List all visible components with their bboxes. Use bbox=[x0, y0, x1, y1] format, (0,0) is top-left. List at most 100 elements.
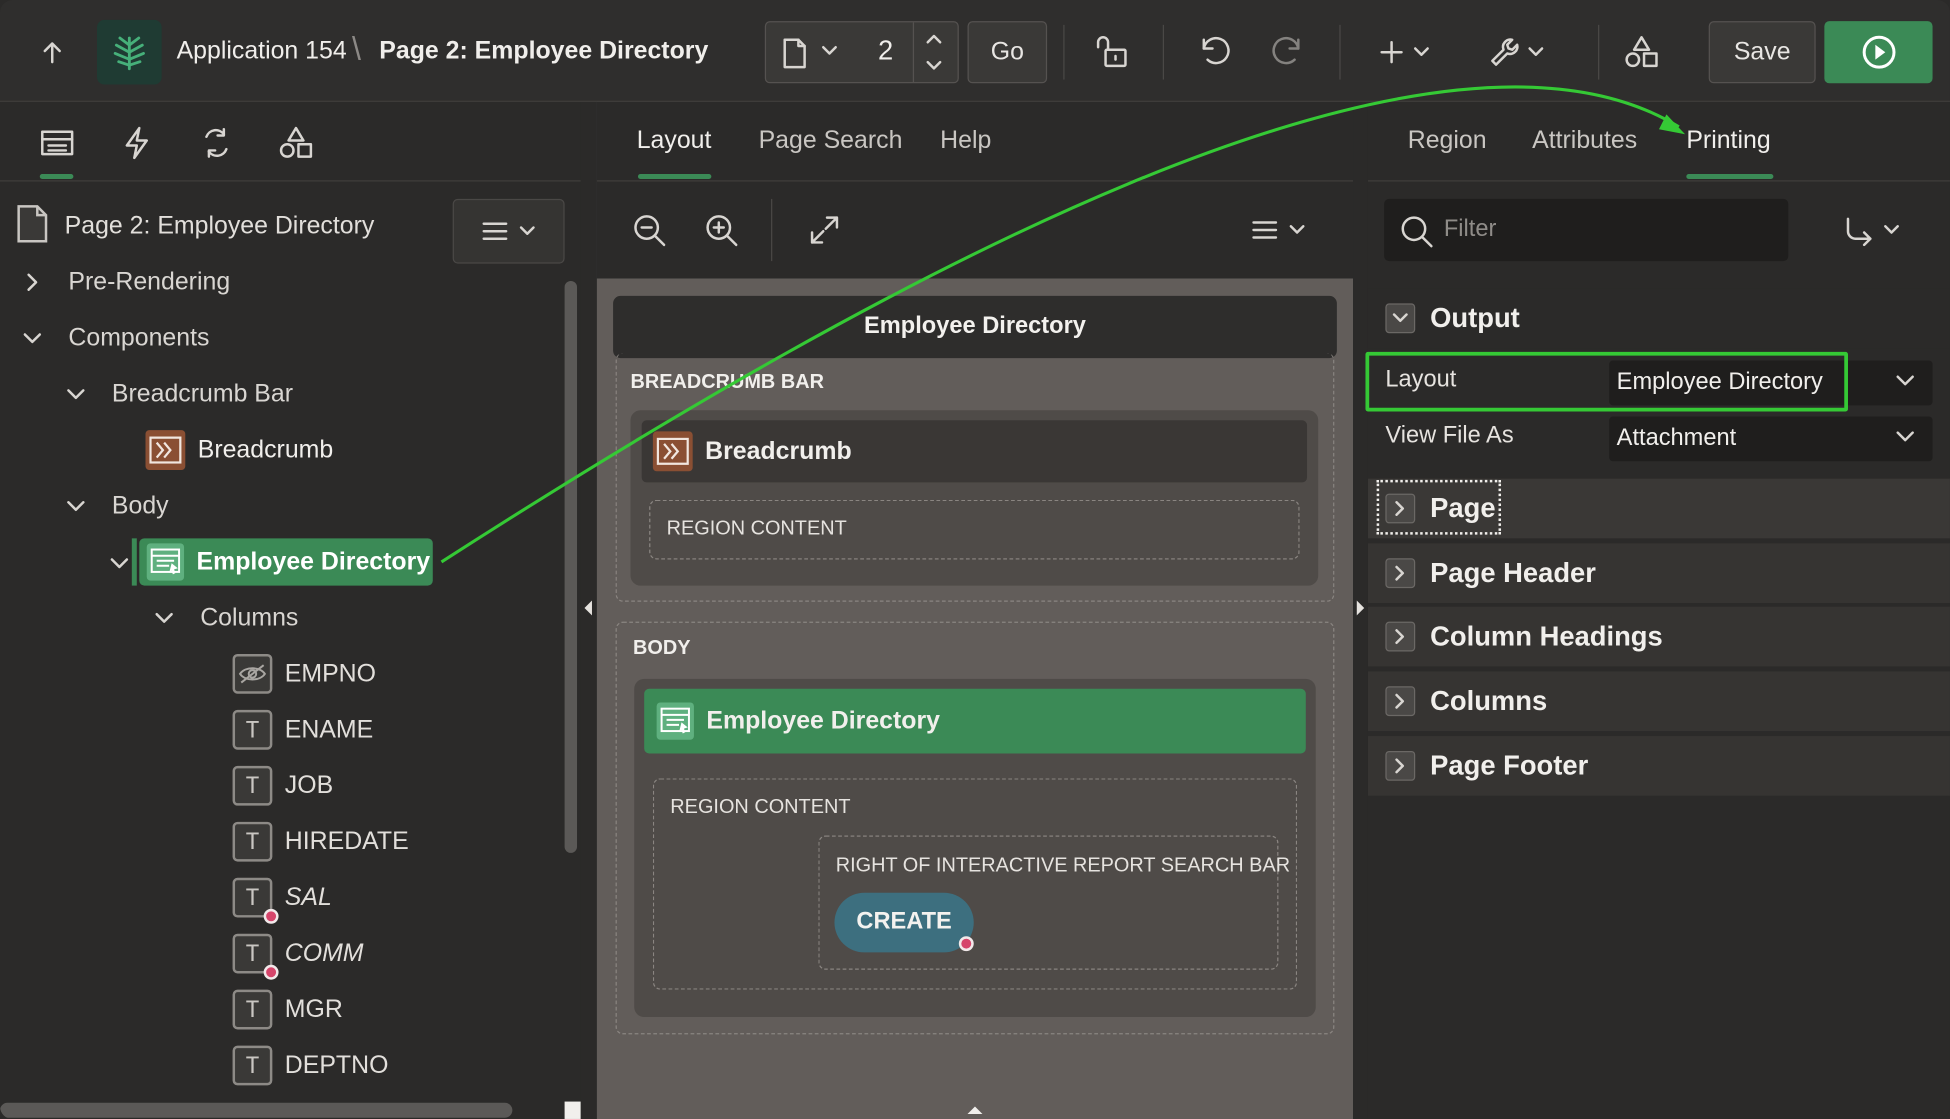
tab-layout[interactable]: Layout bbox=[637, 127, 712, 156]
chevron-right-icon[interactable] bbox=[1385, 750, 1416, 781]
tab-attributes[interactable]: Attributes bbox=[1532, 127, 1637, 156]
group-columns[interactable]: Columns bbox=[1367, 671, 1950, 732]
employee-directory-region-box[interactable]: Employee Directory REGION CONTENT RIGHT … bbox=[634, 678, 1316, 1018]
tree-node-employee-directory[interactable]: Employee Directory bbox=[139, 538, 433, 586]
tree-page-title[interactable]: Page 2: Employee Directory bbox=[65, 201, 375, 251]
group-page-header[interactable]: Page Header bbox=[1367, 543, 1950, 604]
add-icon[interactable] bbox=[1378, 37, 1433, 67]
group-page-footer[interactable]: Page Footer bbox=[1367, 736, 1950, 796]
dynamic-actions-tab-icon[interactable] bbox=[116, 122, 158, 164]
chevron-right-icon[interactable] bbox=[1385, 621, 1416, 652]
go-to-group-icon[interactable] bbox=[1843, 216, 1905, 247]
tab-page-search[interactable]: Page Search bbox=[759, 127, 903, 156]
save-button[interactable]: Save bbox=[1708, 21, 1816, 84]
decrement-icon[interactable] bbox=[925, 60, 942, 72]
tree-node-breadcrumb[interactable]: Breadcrumb bbox=[145, 425, 333, 475]
rendering-tree-panel: Page 2: Employee Directory Pre-Rendering… bbox=[0, 101, 581, 1119]
chevron-down-icon bbox=[155, 612, 173, 623]
modified-indicator bbox=[958, 936, 974, 952]
view-file-as-select[interactable]: Attachment bbox=[1609, 416, 1933, 462]
text-icon: T bbox=[232, 821, 273, 862]
chevron-right-icon[interactable] bbox=[1385, 686, 1416, 717]
redo-icon[interactable] bbox=[1268, 35, 1305, 70]
body-label: BODY bbox=[632, 637, 691, 659]
collapse-left-icon bbox=[584, 600, 592, 616]
group-output[interactable]: Output bbox=[1367, 288, 1950, 349]
right-splitter[interactable] bbox=[1353, 101, 1368, 1119]
breadcrumb-region-icon bbox=[652, 431, 693, 472]
breadcrumb-region-box[interactable]: Breadcrumb REGION CONTENT bbox=[630, 410, 1319, 586]
center-tabs: Layout Page Search Help bbox=[596, 101, 1354, 182]
filter-input[interactable]: Filter bbox=[1384, 198, 1789, 262]
text-icon: T bbox=[232, 989, 273, 1030]
layout-canvas: Employee Directory BREADCRUMB BAR Breadc… bbox=[596, 278, 1354, 1119]
horizontal-scrollbar[interactable] bbox=[0, 1102, 513, 1118]
wrench-icon[interactable] bbox=[1487, 35, 1549, 70]
app-logo-icon[interactable] bbox=[97, 19, 162, 85]
tree-node-body[interactable]: Body bbox=[66, 481, 169, 531]
chevron-down-icon bbox=[23, 333, 42, 344]
tree-column-job[interactable]: T JOB bbox=[232, 761, 333, 811]
chevron-down-icon[interactable] bbox=[1385, 303, 1416, 334]
menu-icon bbox=[1252, 221, 1278, 239]
increment-icon[interactable] bbox=[925, 32, 942, 44]
collapse-right-icon bbox=[1356, 600, 1365, 616]
run-button[interactable] bbox=[1824, 21, 1933, 84]
tree-node-pre-rendering[interactable]: Pre-Rendering bbox=[22, 257, 230, 307]
zoom-out-icon[interactable] bbox=[632, 213, 667, 248]
layout-toolbar bbox=[596, 181, 1354, 279]
zoom-in-icon[interactable] bbox=[704, 213, 739, 248]
text-icon: T bbox=[232, 709, 273, 750]
unlock-icon[interactable] bbox=[1094, 35, 1129, 70]
breadcrumb-region-header[interactable]: Breadcrumb bbox=[641, 420, 1308, 483]
breadcrumb-bar-label: BREADCRUMB BAR bbox=[630, 371, 824, 393]
tree-node-components[interactable]: Components bbox=[22, 313, 209, 363]
layout-panel: Layout Page Search Help Employee Directo… bbox=[596, 101, 1354, 1119]
chevron-right-icon[interactable] bbox=[1385, 558, 1416, 589]
expand-icon[interactable] bbox=[808, 214, 840, 246]
undo-icon[interactable] bbox=[1196, 35, 1233, 70]
text-icon: T bbox=[232, 765, 273, 806]
page-number-input[interactable]: 2 bbox=[878, 35, 893, 67]
search-icon bbox=[1399, 214, 1434, 249]
page-region-title[interactable]: Employee Directory bbox=[613, 295, 1337, 359]
tree-column-mgr[interactable]: T MGR bbox=[232, 985, 343, 1035]
page-selector[interactable] bbox=[764, 21, 959, 84]
chevron-down-icon[interactable] bbox=[821, 45, 838, 57]
tree-column-empno[interactable]: EMPNO bbox=[232, 649, 376, 699]
tab-help[interactable]: Help bbox=[940, 127, 991, 156]
application-name[interactable]: Application 154 bbox=[177, 37, 347, 66]
tree-menu-button[interactable] bbox=[452, 198, 565, 264]
collapse-bottom-icon[interactable] bbox=[966, 1104, 983, 1116]
group-column-headings[interactable]: Column Headings bbox=[1367, 606, 1950, 667]
processing-tab-icon[interactable] bbox=[195, 122, 237, 164]
tab-region[interactable]: Region bbox=[1408, 127, 1487, 156]
layout-menu-button[interactable] bbox=[1251, 219, 1306, 241]
left-splitter[interactable] bbox=[580, 101, 597, 1119]
region-content-label: REGION CONTENT bbox=[666, 518, 847, 540]
go-button[interactable]: Go bbox=[967, 21, 1048, 84]
employee-directory-region-header[interactable]: Employee Directory bbox=[644, 688, 1306, 754]
chevron-down-icon bbox=[1896, 375, 1914, 386]
tab-printing[interactable]: Printing bbox=[1686, 127, 1770, 156]
chevron-down-icon bbox=[67, 389, 85, 400]
tree-column-comm[interactable]: T COMM bbox=[232, 929, 364, 979]
hidden-eye-icon bbox=[232, 653, 273, 694]
tree-column-deptno[interactable]: T DEPTNO bbox=[232, 1041, 388, 1091]
vertical-scrollbar[interactable] bbox=[564, 280, 578, 853]
tree-node-breadcrumb-bar[interactable]: Breadcrumb Bar bbox=[66, 369, 293, 419]
tree-column-ename[interactable]: T ENAME bbox=[232, 705, 373, 755]
chevron-down-icon[interactable] bbox=[109, 553, 129, 573]
up-arrow-icon[interactable] bbox=[37, 37, 67, 67]
page-name: Page 2: Employee Directory bbox=[379, 37, 709, 65]
shared-components-tab-icon[interactable] bbox=[275, 122, 317, 164]
top-toolbar: Application 154 \ Page 2: Employee Direc… bbox=[0, 0, 1950, 102]
tree-column-sal[interactable]: T SAL bbox=[232, 873, 332, 923]
interactive-report-icon bbox=[656, 702, 694, 740]
tree-node-columns[interactable]: Columns bbox=[154, 593, 298, 643]
tree-column-hiredate[interactable]: T HIREDATE bbox=[232, 817, 409, 867]
chevron-down-icon bbox=[67, 501, 85, 511]
shared-components-icon[interactable] bbox=[1623, 34, 1660, 71]
rendering-tab-icon[interactable] bbox=[36, 122, 78, 164]
create-button[interactable]: CREATE bbox=[834, 892, 974, 953]
